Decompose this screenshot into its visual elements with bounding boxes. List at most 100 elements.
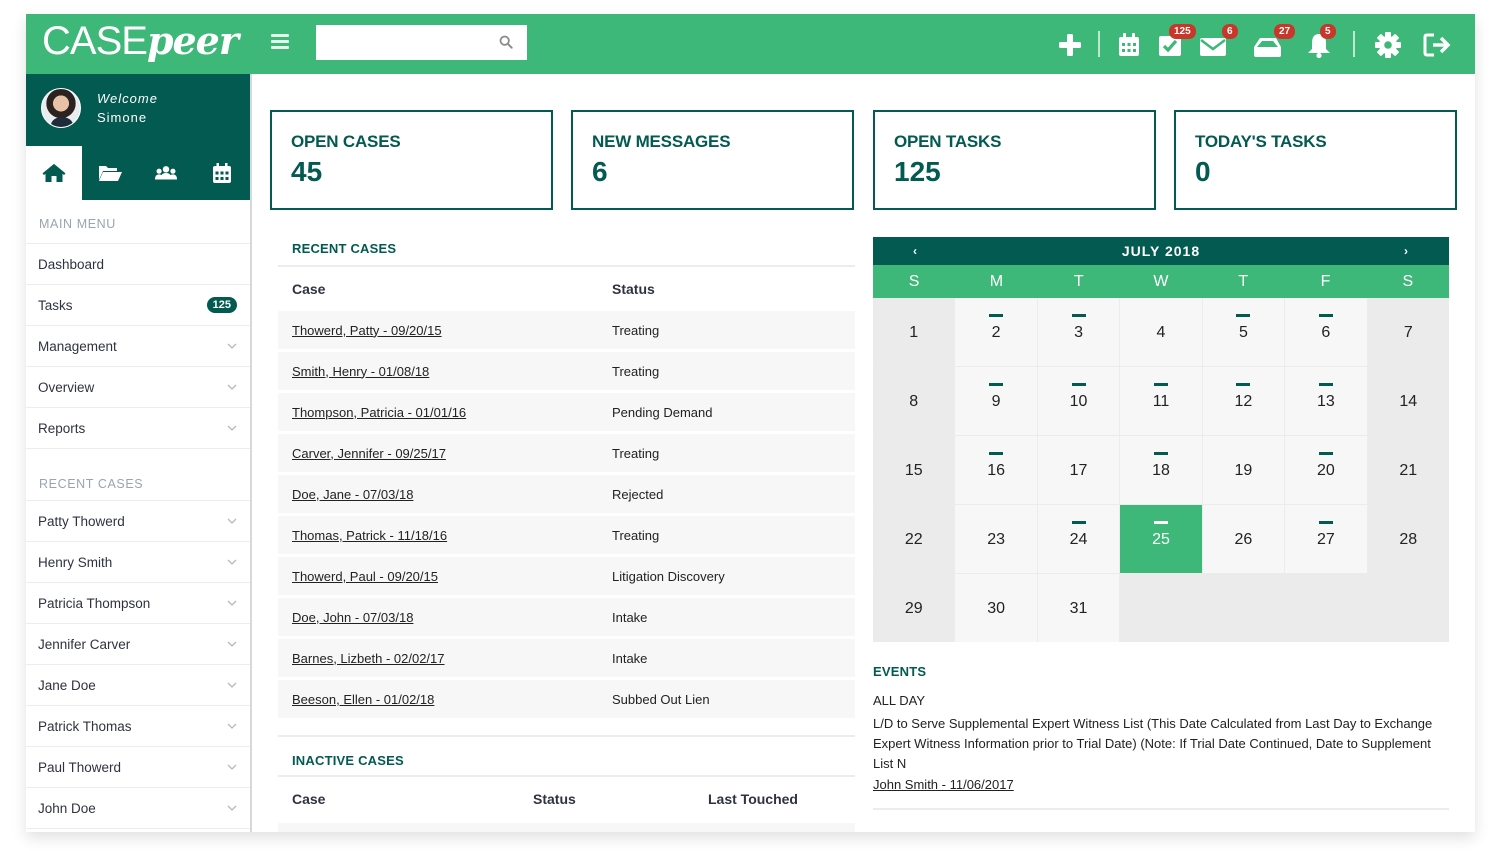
calendar-day[interactable]: 30 bbox=[955, 574, 1037, 642]
calendar-icon[interactable] bbox=[1114, 30, 1144, 60]
menu-toggle-icon[interactable] bbox=[271, 34, 289, 50]
case-link[interactable]: Thowerd, Paul - 09/20/15 bbox=[292, 569, 438, 584]
sidebar-recent-case[interactable]: Jane Doe bbox=[26, 665, 250, 706]
calendar-day[interactable]: 29 bbox=[873, 574, 955, 642]
day-number: 2 bbox=[991, 324, 1001, 341]
case-link[interactable]: Thomas, Patrick - 11/18/16 bbox=[292, 528, 447, 543]
sidebar-recent-case[interactable]: Patrick Thomas bbox=[26, 706, 250, 747]
casepeer-logo[interactable]: CASEpeer bbox=[42, 18, 239, 64]
event-marker-icon bbox=[1318, 314, 1333, 317]
calendar-day[interactable]: 22 bbox=[873, 505, 955, 573]
column-header-status[interactable]: Status bbox=[612, 281, 655, 297]
stat-todays-tasks[interactable]: TODAY'S TASKS 0 bbox=[1174, 110, 1457, 210]
chevron-down-icon bbox=[227, 641, 237, 647]
calendar-day[interactable]: 11 bbox=[1120, 367, 1202, 435]
search-input[interactable] bbox=[316, 25, 527, 60]
tab-calendar[interactable] bbox=[194, 146, 250, 200]
calendar-day[interactable]: 15 bbox=[873, 436, 955, 504]
logout-icon[interactable] bbox=[1422, 30, 1452, 60]
calendar-day[interactable]: 21 bbox=[1367, 436, 1449, 504]
welcome-panel: Welcome Simone bbox=[26, 74, 250, 146]
case-link[interactable]: Doe, Jane - 07/03/18 bbox=[292, 487, 413, 502]
sidebar-item-reports[interactable]: Reports bbox=[26, 408, 250, 449]
calendar-day[interactable]: 7 bbox=[1367, 298, 1449, 366]
add-icon[interactable] bbox=[1055, 30, 1085, 60]
calendar-day[interactable]: 14 bbox=[1367, 367, 1449, 435]
weekday-label: T bbox=[1238, 273, 1249, 290]
stat-new-messages[interactable]: NEW MESSAGES 6 bbox=[571, 110, 854, 210]
case-link[interactable]: Thompson, Patricia - 01/01/16 bbox=[292, 405, 466, 420]
sidebar-item-management[interactable]: Management bbox=[26, 326, 250, 367]
gear-icon[interactable] bbox=[1373, 30, 1403, 60]
day-number: 10 bbox=[1069, 393, 1088, 410]
column-header-case[interactable]: Case bbox=[278, 281, 612, 297]
sidebar-item-overview[interactable]: Overview bbox=[26, 367, 250, 408]
calendar-day[interactable]: 23 bbox=[955, 505, 1037, 573]
recent-cases-title: RECENT CASES bbox=[278, 229, 855, 267]
day-number: 31 bbox=[1069, 600, 1088, 617]
calendar-day[interactable]: 13 bbox=[1285, 367, 1367, 435]
case-status: Treating bbox=[612, 322, 660, 338]
day-number: 15 bbox=[904, 462, 923, 479]
user-name: Simone bbox=[97, 110, 148, 125]
calendar-day[interactable]: 8 bbox=[873, 367, 955, 435]
case-link[interactable]: Smith, Henry - 01/08/18 bbox=[292, 364, 429, 379]
tasks-icon[interactable]: 125 bbox=[1155, 24, 1196, 60]
calendar-day[interactable]: 18 bbox=[1120, 436, 1202, 504]
column-header-last-touched[interactable]: Last Touched bbox=[708, 791, 798, 807]
sidebar-item-dashboard[interactable]: Dashboard bbox=[26, 244, 250, 285]
sidebar-item-label: Patty Thowerd bbox=[38, 513, 125, 529]
calendar-day[interactable]: 27 bbox=[1285, 505, 1367, 573]
case-link[interactable]: Beeson, Ellen - 01/02/18 bbox=[292, 692, 434, 707]
calendar-day-today[interactable]: 25 bbox=[1120, 505, 1202, 573]
calendar-day[interactable]: 4 bbox=[1120, 298, 1202, 366]
inbox-icon[interactable]: 27 bbox=[1252, 24, 1296, 60]
next-month-button[interactable]: › bbox=[1404, 244, 1409, 258]
mail-icon[interactable]: 6 bbox=[1198, 24, 1238, 60]
sidebar-recent-case[interactable]: John Doe bbox=[26, 788, 250, 829]
sidebar-item-tasks[interactable]: Tasks 125 bbox=[26, 285, 250, 326]
case-link[interactable]: Barnes, Lizbeth - 02/02/17 bbox=[292, 651, 445, 666]
search-box[interactable] bbox=[316, 25, 527, 60]
calendar-day[interactable]: 31 bbox=[1037, 574, 1120, 642]
case-link[interactable]: Doe, John - 07/03/18 bbox=[292, 610, 413, 625]
calendar-day[interactable]: 2 bbox=[955, 298, 1037, 366]
prev-month-button[interactable]: ‹ bbox=[913, 244, 918, 258]
calendar-day[interactable]: 3 bbox=[1037, 298, 1120, 366]
event-case-link[interactable]: John Smith - 11/06/2017 bbox=[873, 777, 1014, 792]
calendar-day[interactable]: 19 bbox=[1202, 436, 1285, 504]
calendar-day[interactable]: 12 bbox=[1202, 367, 1285, 435]
calendar-day[interactable]: 9 bbox=[955, 367, 1037, 435]
case-link[interactable]: Thowerd, Patty - 09/20/15 bbox=[292, 323, 442, 338]
calendar-day[interactable]: 6 bbox=[1285, 298, 1367, 366]
stat-open-cases[interactable]: OPEN CASES 45 bbox=[270, 110, 553, 210]
stat-open-tasks[interactable]: OPEN TASKS 125 bbox=[873, 110, 1156, 210]
sidebar-recent-case[interactable]: Henry Smith bbox=[26, 542, 250, 583]
case-link[interactable]: Carver, Jennifer - 09/25/17 bbox=[292, 446, 446, 461]
column-header-status[interactable]: Status bbox=[533, 791, 708, 807]
calendar-day[interactable]: 10 bbox=[1037, 367, 1120, 435]
tab-cases[interactable] bbox=[82, 146, 138, 200]
calendar-day[interactable]: 20 bbox=[1285, 436, 1367, 504]
day-number: 20 bbox=[1316, 462, 1335, 479]
calendar-day[interactable]: 5 bbox=[1202, 298, 1285, 366]
calendar-day[interactable]: 16 bbox=[955, 436, 1037, 504]
bell-icon[interactable]: 5 bbox=[1304, 24, 1336, 60]
calendar-day[interactable]: 26 bbox=[1202, 505, 1285, 573]
column-header-case[interactable]: Case bbox=[278, 791, 533, 807]
weekday-row: S M T W T F S bbox=[873, 265, 1449, 298]
calendar-day[interactable]: 28 bbox=[1367, 505, 1449, 573]
calendar-day[interactable]: 1 bbox=[873, 298, 955, 366]
tab-contacts[interactable] bbox=[138, 146, 194, 200]
sidebar-recent-case[interactable]: Jennifer Carver bbox=[26, 624, 250, 665]
calendar-day[interactable]: 24 bbox=[1037, 505, 1120, 573]
search-icon[interactable] bbox=[499, 35, 513, 49]
tab-home[interactable] bbox=[26, 146, 82, 200]
avatar[interactable] bbox=[41, 88, 81, 128]
stat-title: TODAY'S TASKS bbox=[1195, 132, 1327, 151]
calendar-day[interactable]: 17 bbox=[1037, 436, 1120, 504]
sidebar-recent-case[interactable]: Paul Thowerd bbox=[26, 747, 250, 788]
stat-title: OPEN CASES bbox=[291, 132, 401, 151]
sidebar-recent-case[interactable]: Patty Thowerd bbox=[26, 501, 250, 542]
sidebar-recent-case[interactable]: Patricia Thompson bbox=[26, 583, 250, 624]
